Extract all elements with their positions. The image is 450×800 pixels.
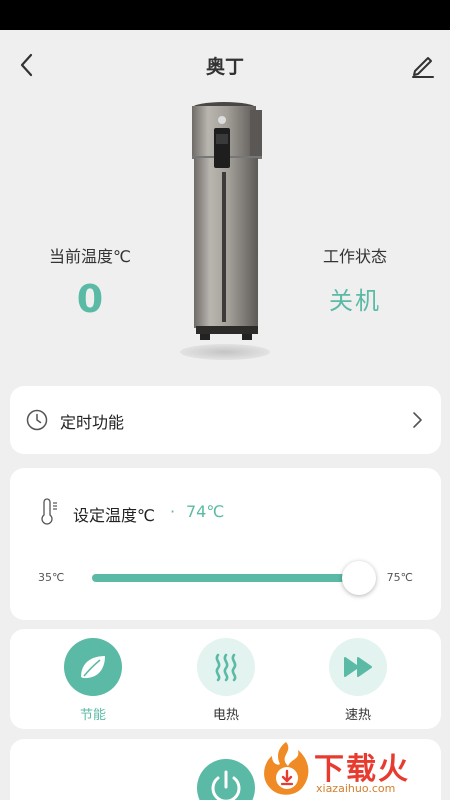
temperature-card: 设定温度℃ · 74℃ 35℃ 75℃: [10, 468, 441, 620]
mode-fast-heat[interactable]: 速热: [313, 638, 403, 723]
chevron-right-icon: [413, 412, 422, 428]
edit-button[interactable]: [408, 50, 438, 80]
clock-icon: [26, 409, 48, 431]
set-temp-separator: ·: [170, 502, 176, 521]
mode-energy-saving[interactable]: 节能: [48, 638, 138, 723]
status-bar: [0, 0, 450, 30]
current-temp-label: 当前温度℃: [49, 247, 131, 266]
current-temperature: 当前温度℃ 0: [30, 243, 150, 321]
power-button[interactable]: [197, 759, 255, 800]
power-icon: [211, 770, 241, 800]
set-temp-value: 74℃: [186, 502, 225, 521]
temperature-slider[interactable]: [92, 561, 376, 595]
current-temp-value: 0: [76, 277, 104, 321]
mode-card: 节能 电热 速热: [10, 629, 441, 729]
flame-logo-icon: [264, 742, 309, 795]
slider-fill: [92, 574, 359, 582]
page-title: 奥丁: [205, 56, 244, 78]
slider-thumb[interactable]: [342, 561, 376, 595]
mode-electric-heat-label: 电热: [212, 708, 239, 723]
work-state-label: 工作状态: [322, 247, 387, 266]
heater-shadow: [180, 344, 270, 360]
work-state-value: 关机: [329, 287, 381, 315]
mode-electric-heat[interactable]: 电热: [181, 638, 271, 723]
thermometer-icon: [41, 498, 57, 525]
slider-max-label: 75℃: [386, 571, 413, 584]
leaf-icon: [64, 638, 122, 696]
timer-label: 定时功能: [60, 413, 125, 432]
mode-fast-heat-label: 速热: [344, 708, 371, 723]
mode-energy-saving-label: 节能: [79, 708, 106, 723]
device-hero: 当前温度℃ 0 工作状态 关机: [0, 100, 450, 372]
water-heater-image: [192, 102, 262, 340]
app-header: 奥丁: [0, 30, 450, 100]
slider-min-label: 35℃: [38, 571, 65, 584]
watermark-url: xiazaihuo.com: [316, 782, 396, 795]
heat-waves-icon: [197, 638, 255, 696]
set-temp-title: 设定温度℃: [73, 506, 155, 525]
pencil-icon: [412, 57, 434, 78]
timer-card[interactable]: 定时功能: [10, 386, 441, 454]
watermark-logo: 下载火 xiazaihuo.com: [258, 740, 444, 798]
work-state: 工作状态 关机: [290, 243, 420, 316]
fast-forward-icon: [329, 638, 387, 696]
